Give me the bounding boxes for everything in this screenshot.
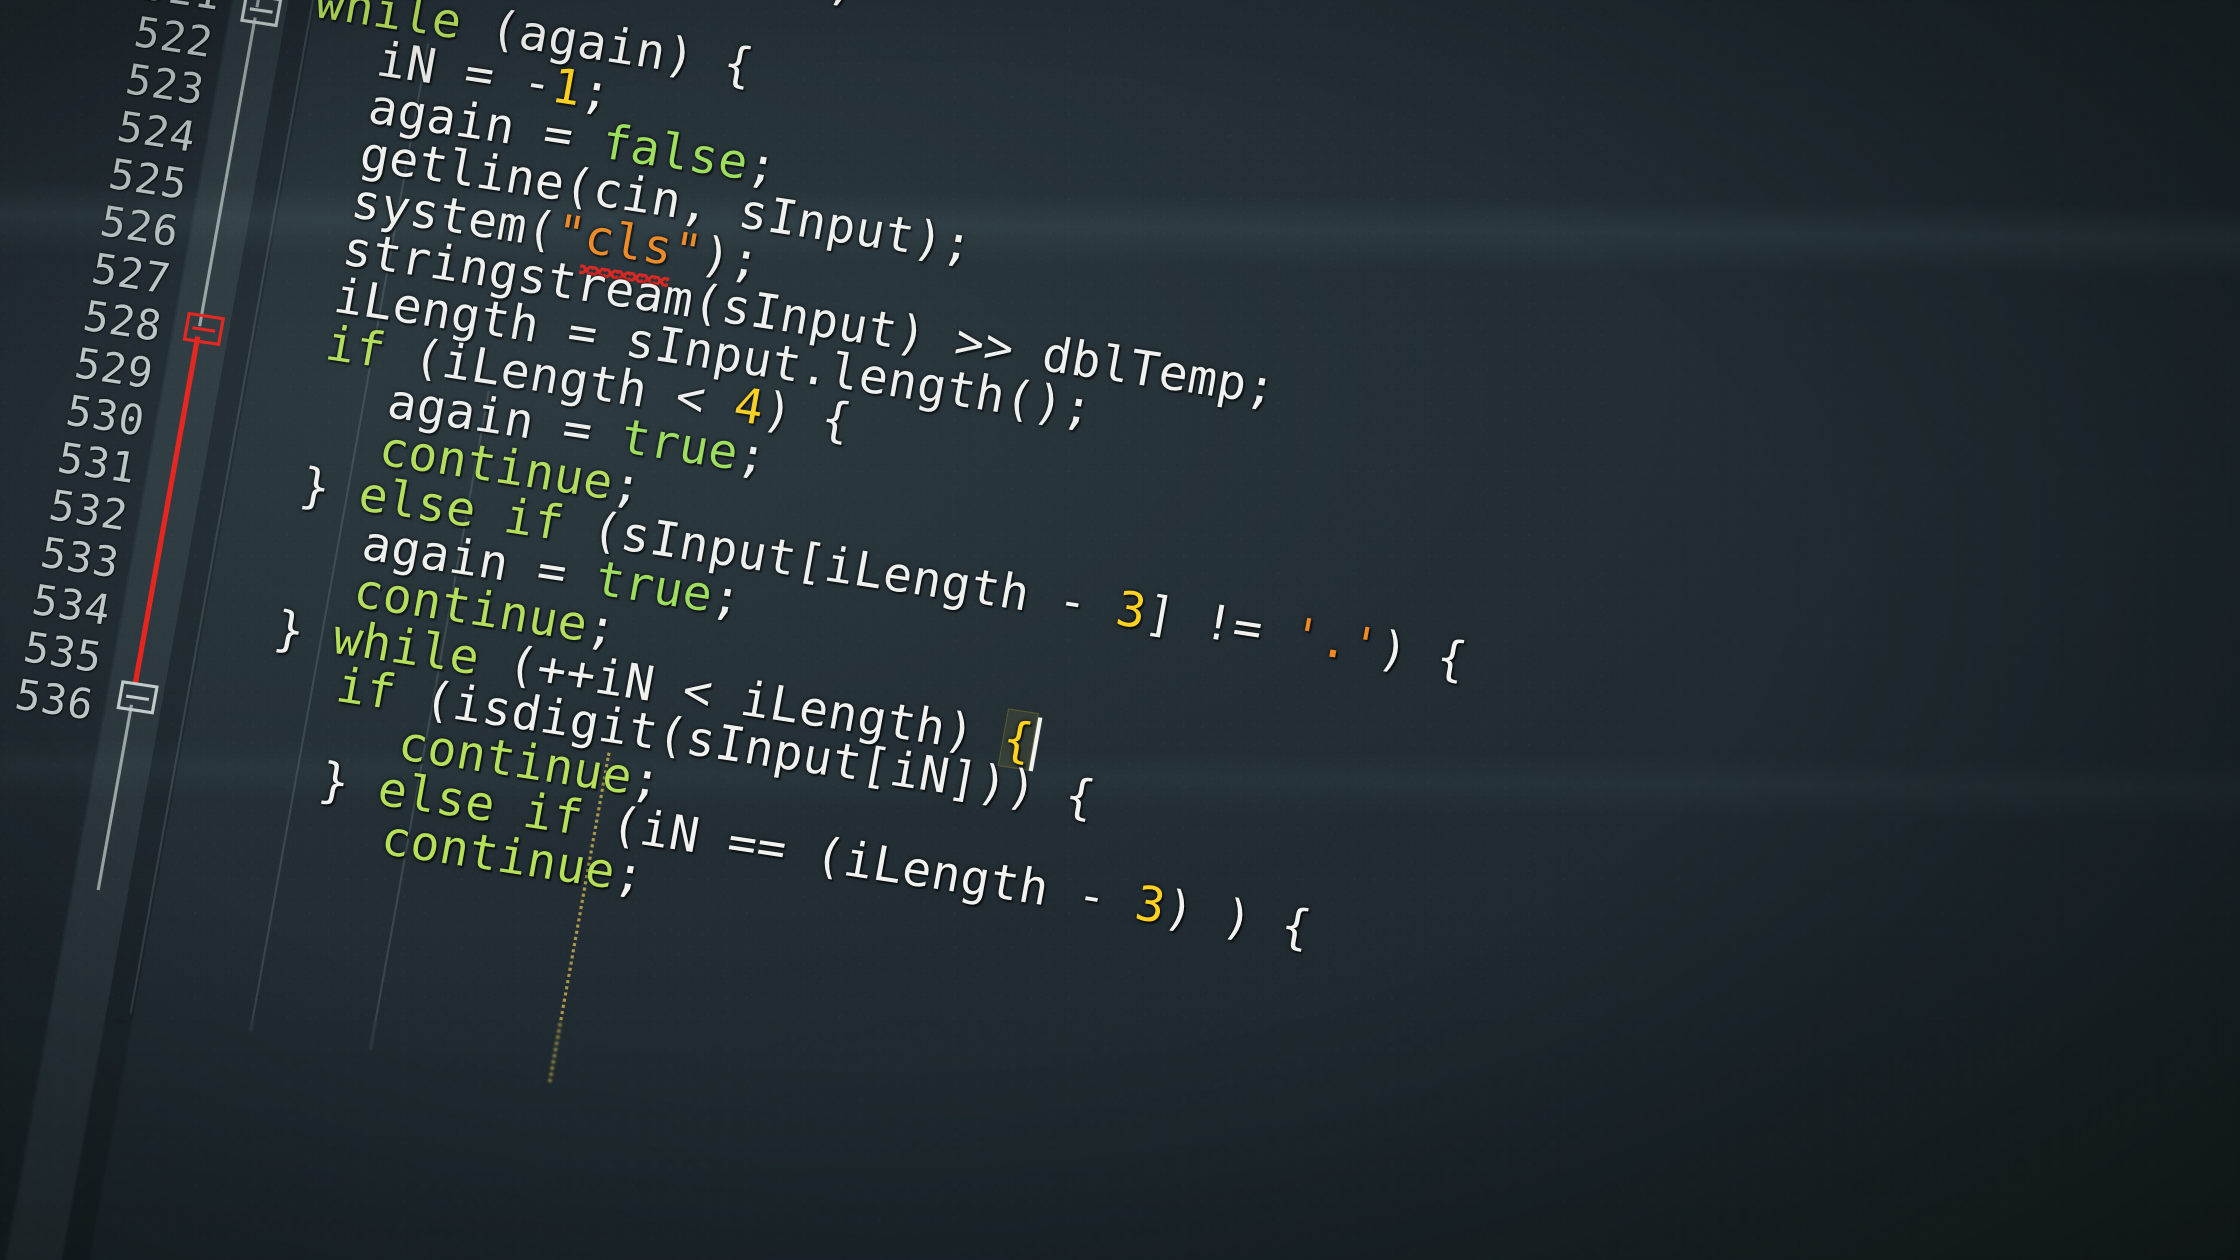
code-text-area[interactable]: string sInput; int iLength, iN; double d…	[270, 0, 2240, 956]
fold-collapse-box-535[interactable]	[116, 680, 159, 715]
editor-screen-photo: 516 517 518 519 520 521 522 523 524 525 …	[0, 0, 2240, 1260]
current-line-stripe	[0, 178, 2240, 289]
fold-collapse-box-521[interactable]	[240, 0, 283, 28]
editor-plane: 516 517 518 519 520 521 522 523 524 525 …	[0, 0, 2240, 1260]
fold-region-line-535[interactable]	[96, 704, 134, 891]
fold-collapse-box-528[interactable]	[182, 311, 226, 347]
